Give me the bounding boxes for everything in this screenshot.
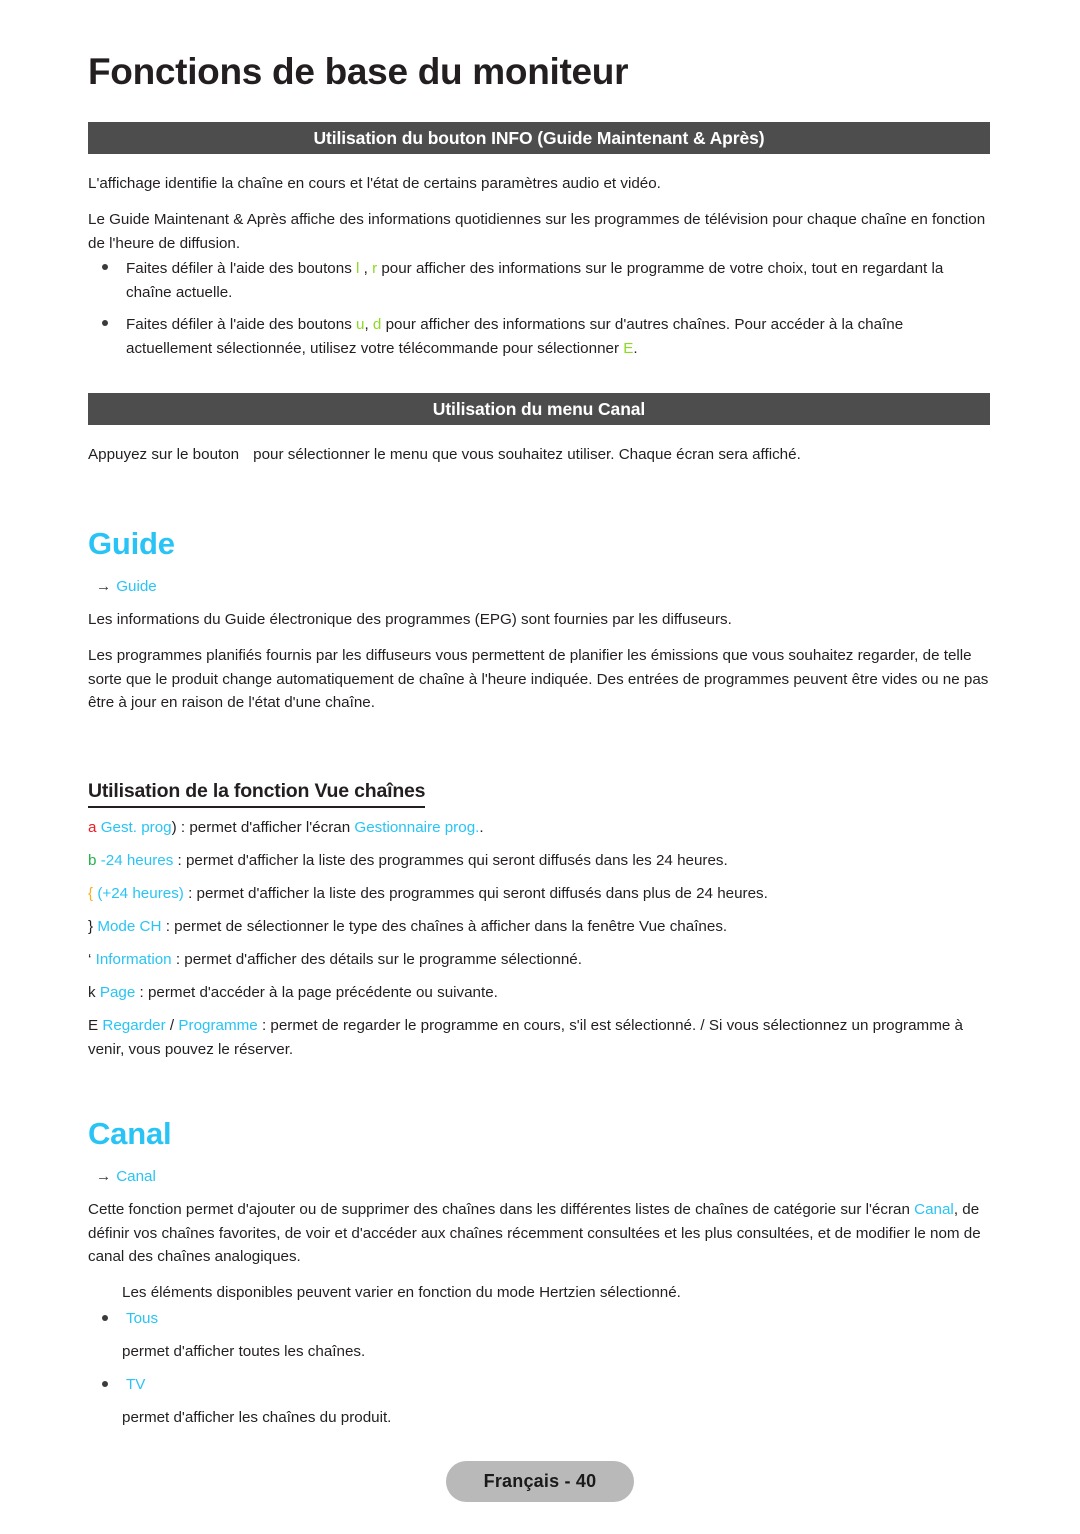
vue-chaines-item-a: a Gest. prog) : permet d'afficher l'écra… <box>88 816 990 840</box>
guide-breadcrumb-label: Guide <box>116 578 157 595</box>
info-bullet-1-pre: Faites défiler à l'aide des boutons <box>126 260 357 277</box>
info-bullet-1: Faites défiler à l'aide des boutons l , … <box>96 257 990 304</box>
vue-chaines-item-a-after: . <box>479 819 484 836</box>
arrow-right-icon: → <box>96 1168 112 1185</box>
canal-note: Les éléments disponibles peuvent varier … <box>122 1284 681 1301</box>
section-banner-canal-menu-label: Utilisation du menu Canal <box>432 398 646 419</box>
vue-chaines-item-regarder-label: Regarder <box>102 1017 166 1034</box>
canal-option-tv-desc: permet d'afficher les chaînes du produit… <box>122 1409 392 1426</box>
vue-chaines-item-regarder: E Regarder / Programme : permet de regar… <box>88 1014 990 1061</box>
canal-menu-paragraph-pre: Appuyez sur le bouton <box>88 446 240 463</box>
vue-chaines-item-page: k Page : permet d'accéder à la page préc… <box>88 981 990 1005</box>
key-a-red-icon: a <box>88 819 97 836</box>
vue-chaines-item-a-link: Gestionnaire prog. <box>354 819 480 836</box>
info-bullet-2-pre: Faites défiler à l'aide des boutons <box>126 316 357 333</box>
vue-chaines-item-modech: } Mode CH : permet de sélectionner le ty… <box>88 915 990 939</box>
bullet-dot-icon <box>102 320 108 326</box>
key-enter-icon: E <box>623 339 634 357</box>
canal-heading: Canal <box>88 1116 172 1151</box>
bullet-dot-icon <box>102 264 108 270</box>
key-enter-icon: E <box>88 1017 99 1034</box>
canal-paragraph-pre: Cette fonction permet d'ajouter ou de su… <box>88 1201 915 1218</box>
page-footer-badge: Français - 40 <box>446 1461 634 1502</box>
guide-paragraph-1: Les informations du Guide électronique d… <box>88 611 732 628</box>
canal-option-tous: Tous <box>96 1307 990 1331</box>
vue-chaines-item-information-text: : permet d'afficher des détails sur le p… <box>171 951 582 968</box>
vue-chaines-item-page-text: : permet d'accéder à la page précédente … <box>135 984 498 1001</box>
vue-chaines-item-information-label: Information <box>95 951 172 968</box>
vue-chaines-item-c: { (+24 heures) : permet d'afficher la li… <box>88 882 990 906</box>
vue-chaines-subheading: Utilisation de la fonction Vue chaînes <box>88 780 426 808</box>
bullet-dot-icon <box>102 1381 108 1387</box>
key-d-icon: } <box>88 918 94 935</box>
key-c-yellow-icon: { <box>88 885 94 902</box>
vue-chaines-item-modech-text: : permet de sélectionner le type des cha… <box>161 918 728 935</box>
info-bullet-2-tail: . <box>633 339 638 357</box>
key-info-icon: ‘ <box>88 951 92 968</box>
guide-paragraph-2: Les programmes planifiés fournis par les… <box>88 647 989 711</box>
key-b-green-icon: b <box>88 852 97 869</box>
canal-menu-paragraph: Appuyez sur le bouton pour sélectionner l… <box>88 443 990 467</box>
canal-menu-paragraph-post: pour sélectionner le menu que vous souha… <box>253 446 801 463</box>
canal-paragraph: Cette fonction permet d'ajouter ou de su… <box>88 1198 990 1269</box>
vue-chaines-item-regarder-sep: / <box>165 1017 179 1034</box>
vue-chaines-item-b: b -24 heures : permet d'afficher la list… <box>88 849 990 873</box>
info-paragraph-2: Le Guide Maintenant & Après affiche des … <box>88 211 986 252</box>
arrow-right-icon: → <box>96 578 112 595</box>
canal-option-tous-desc: permet d'afficher toutes les chaînes. <box>122 1343 366 1360</box>
canal-breadcrumb: → Canal <box>96 1168 156 1185</box>
canal-option-tous-label: Tous <box>126 1310 159 1327</box>
page-footer-label: Français - 40 <box>483 1471 597 1491</box>
vue-chaines-item-b-label: -24 heures <box>100 852 174 869</box>
section-banner-info: Utilisation du bouton INFO (Guide Mainte… <box>88 122 990 154</box>
vue-chaines-item-c-label: (+24 heures) <box>97 885 184 902</box>
bullet-dot-icon <box>102 1315 108 1321</box>
key-page-icon: k <box>88 984 96 1001</box>
vue-chaines-item-information: ‘ Information : permet d'afficher des dé… <box>88 948 990 972</box>
canal-option-tv-label: TV <box>126 1376 146 1393</box>
vue-chaines-item-modech-label: Mode CH <box>97 918 162 935</box>
guide-heading: Guide <box>88 526 175 561</box>
section-banner-info-label: Utilisation du bouton INFO (Guide Mainte… <box>313 127 765 148</box>
info-paragraph-1: L'affichage identifie la chaîne en cours… <box>88 175 661 192</box>
canal-paragraph-link: Canal <box>914 1201 954 1218</box>
info-bullet-2-mid: , <box>364 316 373 333</box>
vue-chaines-item-a-label: Gest. prog <box>100 819 172 836</box>
canal-option-tv: TV <box>96 1373 990 1397</box>
info-bullet-2: Faites défiler à l'aide des boutons u, d… <box>96 313 990 360</box>
vue-chaines-item-page-label: Page <box>99 984 136 1001</box>
vue-chaines-item-c-text: : permet d'afficher la liste des program… <box>183 885 768 902</box>
vue-chaines-item-a-text: ) : permet d'afficher l'écran <box>171 819 355 836</box>
canal-breadcrumb-label: Canal <box>116 1168 156 1185</box>
vue-chaines-item-b-text: : permet d'afficher la liste des program… <box>173 852 728 869</box>
manual-page: Fonctions de base du moniteur Utilisatio… <box>0 0 1080 1534</box>
info-bullet-1-mid: , <box>359 260 373 277</box>
section-banner-canal-menu: Utilisation du menu Canal <box>88 393 990 425</box>
guide-breadcrumb: → Guide <box>96 578 157 595</box>
vue-chaines-item-programme-link: Programme <box>178 1017 258 1034</box>
page-title: Fonctions de base du moniteur <box>88 51 629 92</box>
